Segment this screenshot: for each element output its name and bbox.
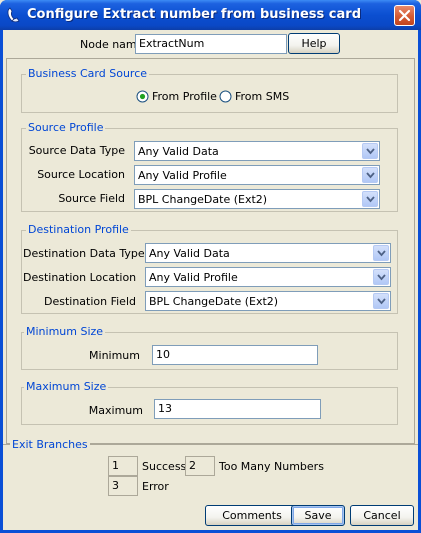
- destination-data-type-label: Destination Data Type: [23, 247, 145, 260]
- exit-branch-label: Success: [142, 460, 187, 473]
- source-field-select[interactable]: BPL ChangeDate (Ext2): [134, 189, 380, 209]
- destination-field-select[interactable]: BPL ChangeDate (Ext2): [145, 291, 391, 311]
- minimum-label: Minimum: [89, 349, 140, 362]
- dialog-body: Node name ExtractNum Help Business Card …: [3, 30, 418, 530]
- close-button[interactable]: [394, 5, 415, 26]
- maximum-size-title: Maximum Size: [24, 380, 109, 393]
- source-field-value: BPL ChangeDate (Ext2): [138, 193, 268, 206]
- exit-branch-label: Too Many Numbers: [219, 460, 324, 473]
- radio-from-profile-label: From Profile: [152, 90, 217, 103]
- destination-field-value: BPL ChangeDate (Ext2): [149, 295, 279, 308]
- destination-location-select[interactable]: Any Valid Profile: [145, 267, 391, 287]
- destination-field-label: Destination Field: [43, 295, 136, 308]
- source-data-type-select[interactable]: Any Valid Data: [134, 141, 380, 161]
- destination-data-type-value: Any Valid Data: [149, 247, 230, 260]
- source-data-type-label: Source Data Type: [28, 144, 125, 157]
- node-name-input[interactable]: ExtractNum: [135, 34, 287, 54]
- exit-branch-label: Error: [142, 480, 169, 493]
- source-location-select[interactable]: Any Valid Profile: [134, 165, 380, 185]
- radio-selected-icon: [136, 90, 149, 103]
- dialog-window: Configure Extract number from business c…: [0, 0, 421, 533]
- source-location-value: Any Valid Profile: [138, 169, 227, 182]
- help-button[interactable]: Help: [288, 33, 340, 54]
- window-title: Configure Extract number from business c…: [27, 7, 361, 22]
- close-icon: [398, 9, 411, 22]
- node-name-label: Node name: [80, 38, 144, 51]
- radio-unselected-icon: [219, 90, 232, 103]
- chevron-down-icon[interactable]: [373, 269, 389, 285]
- exit-branch-number: 2: [185, 456, 215, 476]
- maximum-input[interactable]: 13: [154, 399, 321, 419]
- title-bar[interactable]: Configure Extract number from business c…: [0, 0, 421, 30]
- phone-handset-icon: [5, 6, 23, 24]
- chevron-down-icon[interactable]: [373, 293, 389, 309]
- chevron-down-icon[interactable]: [362, 167, 378, 183]
- source-field-label: Source Field: [58, 192, 125, 205]
- minimum-input[interactable]: 10: [152, 345, 318, 365]
- source-location-label: Source Location: [37, 168, 125, 181]
- chevron-down-icon[interactable]: [373, 245, 389, 261]
- destination-data-type-select[interactable]: Any Valid Data: [145, 243, 391, 263]
- minimum-size-title: Minimum Size: [24, 325, 106, 338]
- destination-location-label: Destination Location: [23, 271, 137, 284]
- cancel-button[interactable]: Cancel: [350, 505, 414, 526]
- comments-button[interactable]: Comments: [205, 505, 299, 526]
- source-data-type-value: Any Valid Data: [138, 145, 219, 158]
- exit-branches-title: Exit Branches: [10, 438, 90, 451]
- exit-branch-number: 3: [108, 476, 138, 496]
- chevron-down-icon[interactable]: [362, 191, 378, 207]
- save-button[interactable]: Save: [291, 505, 345, 526]
- exit-branch-number: 1: [108, 456, 138, 476]
- destination-profile-title: Destination Profile: [26, 223, 131, 236]
- chevron-down-icon[interactable]: [362, 143, 378, 159]
- radio-from-sms-label: From SMS: [235, 90, 290, 103]
- maximum-label: Maximum: [88, 404, 143, 417]
- destination-location-value: Any Valid Profile: [149, 271, 238, 284]
- business-card-source-title: Business Card Source: [26, 67, 150, 80]
- source-profile-title: Source Profile: [26, 121, 106, 134]
